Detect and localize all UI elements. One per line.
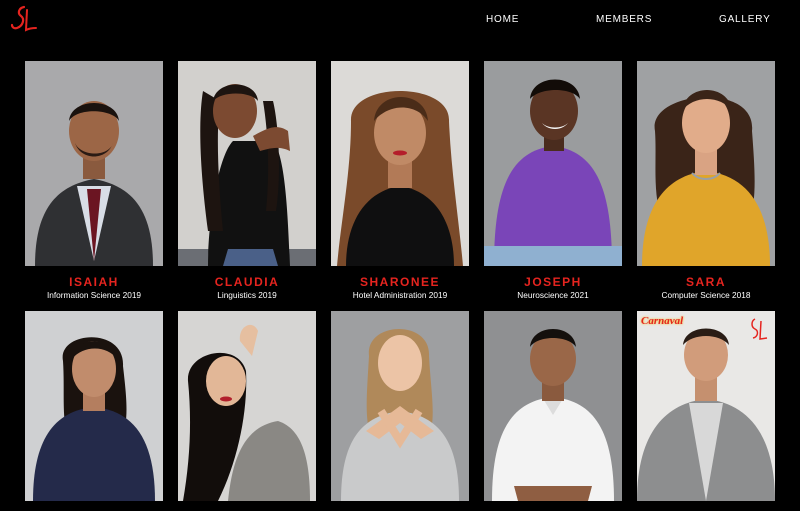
member-photo[interactable] (484, 311, 622, 511)
member-name: JOSEPH (524, 275, 582, 289)
top-navigation-bar: HOME MEMBERS GALLERY (0, 0, 800, 42)
member-photo[interactable] (637, 61, 775, 266)
member-photo[interactable] (25, 61, 163, 266)
member-photo[interactable] (178, 61, 316, 266)
member-name: ISAIAH (69, 275, 119, 289)
member-major: Information Science 2019 (46, 290, 142, 300)
nav-gallery-link[interactable]: GALLERY (719, 14, 771, 25)
member-major: Computer Science 2018 (661, 290, 751, 300)
member-photo[interactable] (331, 311, 469, 511)
member-major: Linguistics 2019 (217, 290, 277, 300)
nav-home-link[interactable]: HOME (486, 14, 519, 25)
sl-logo[interactable] (9, 4, 39, 36)
nav-members-link[interactable]: MEMBERS (596, 14, 652, 25)
member-major: Hotel Administration 2019 (352, 290, 448, 300)
member-photo[interactable] (484, 61, 622, 266)
member-major: Neuroscience 2021 (517, 290, 589, 300)
carnaval-badge: Carnaval (641, 315, 684, 327)
member-name: CLAUDIA (214, 275, 280, 289)
member-photo[interactable] (25, 311, 163, 511)
member-photo[interactable] (178, 311, 316, 511)
member-name: SARA (685, 275, 726, 289)
member-photo[interactable] (331, 61, 469, 266)
member-name: SHARONEE (359, 275, 440, 289)
member-photo[interactable]: Carnaval (637, 311, 775, 511)
